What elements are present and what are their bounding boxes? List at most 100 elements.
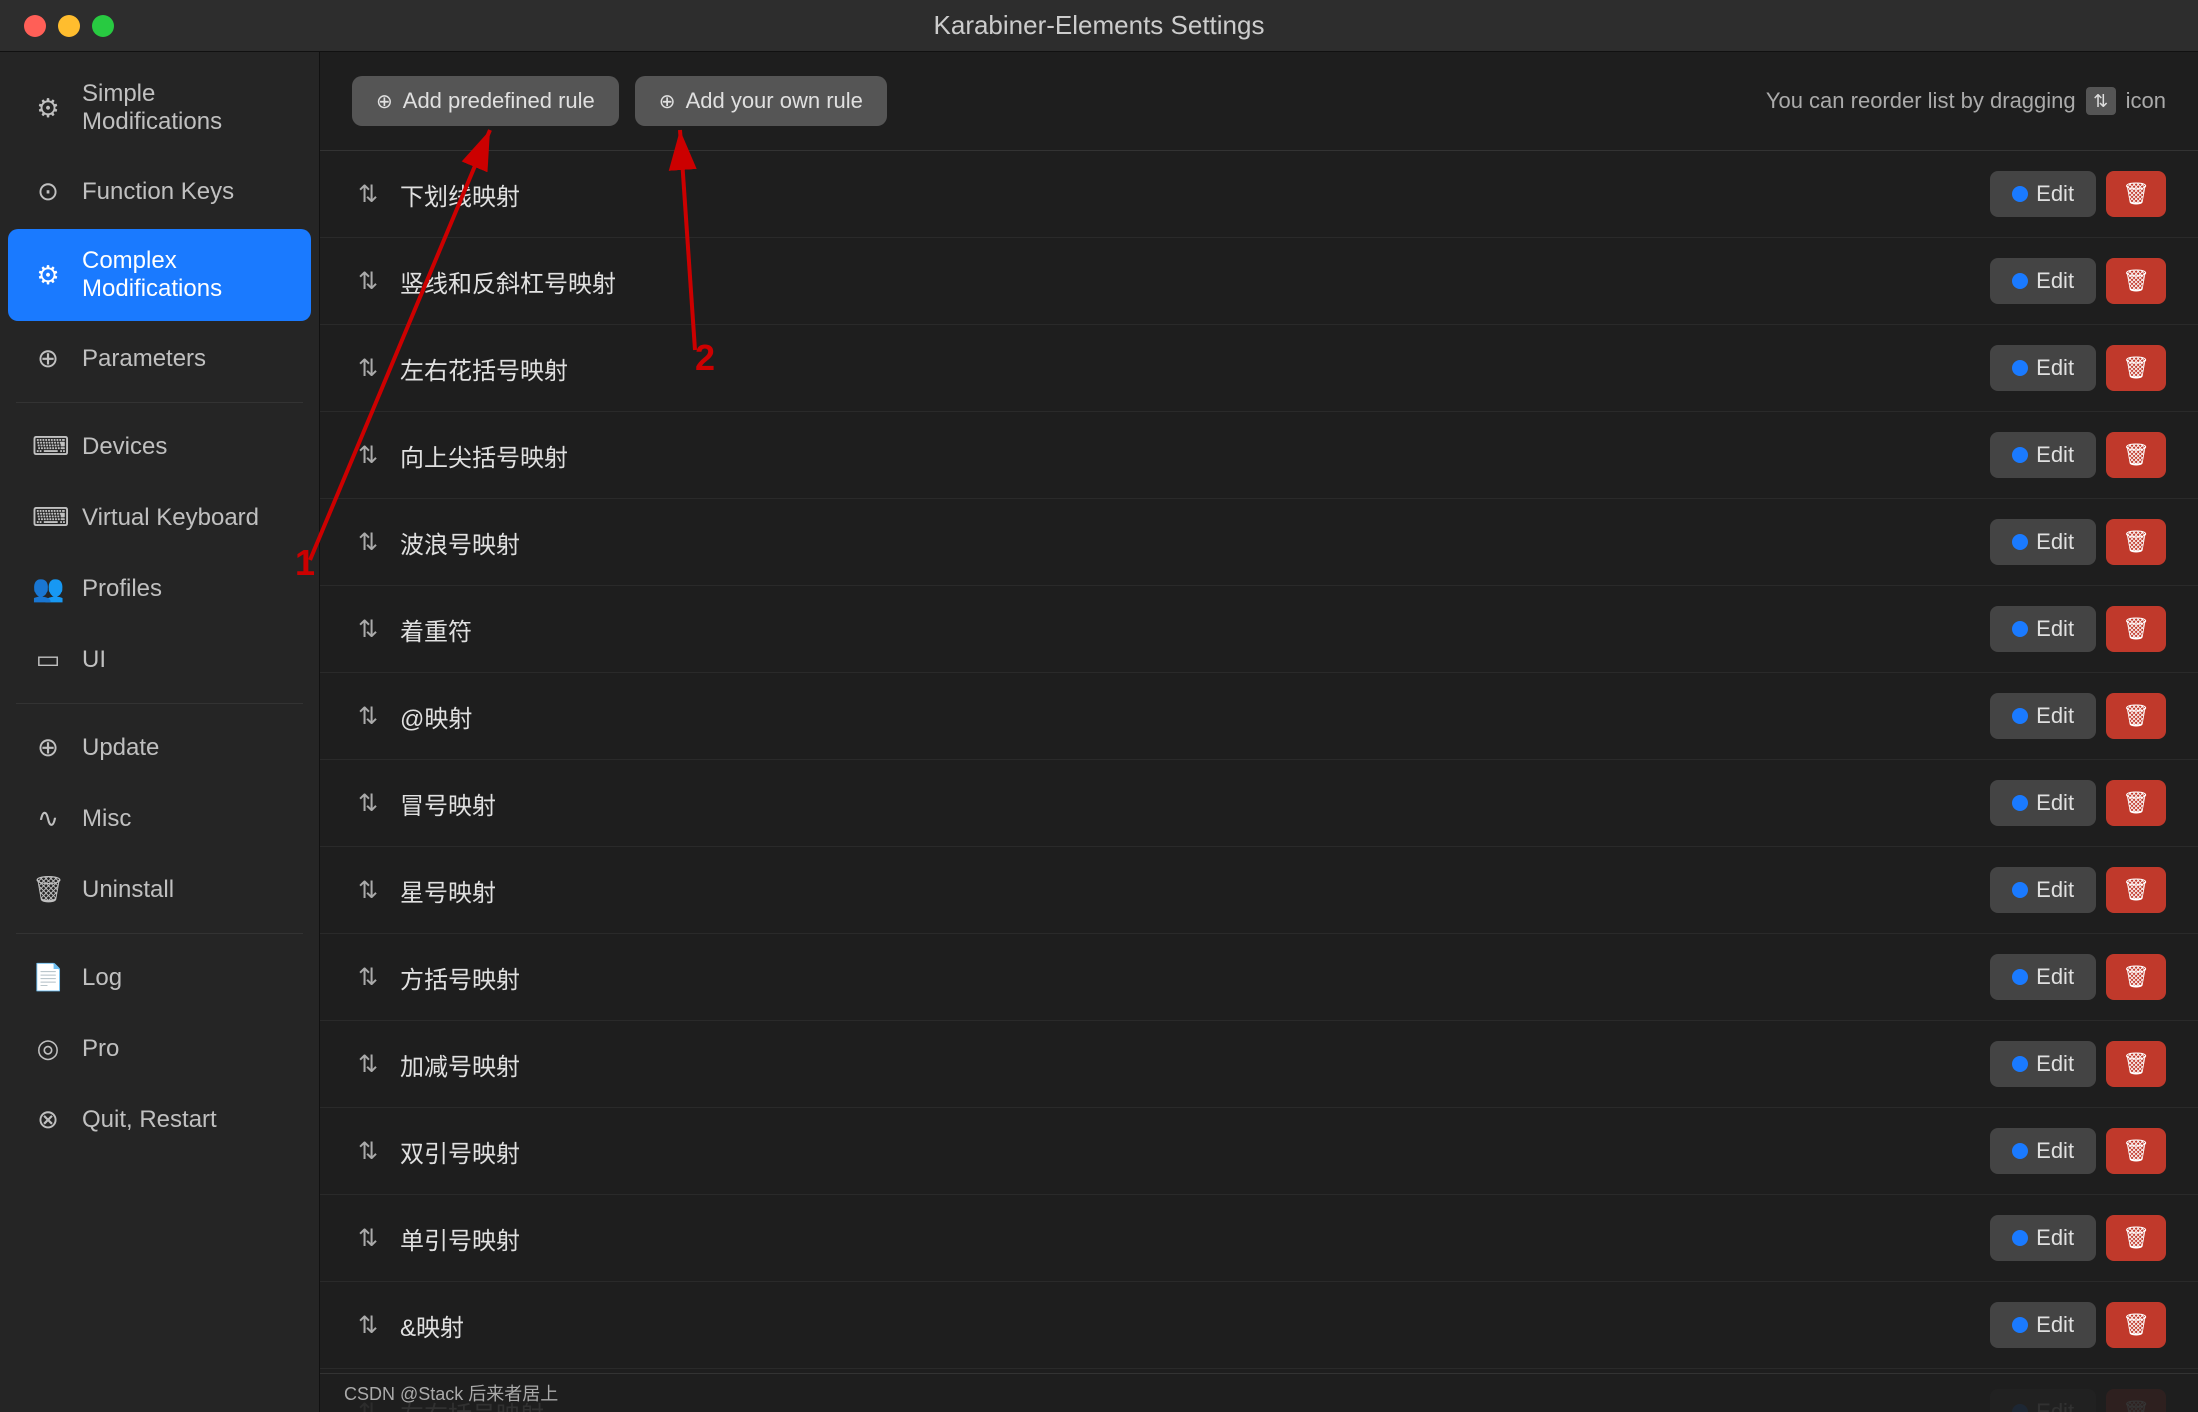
edit-dot-icon [2012, 447, 2028, 463]
rule-name: 下划线映射 [400, 177, 1974, 212]
virtual-keyboard-icon: ⌨ [32, 502, 64, 533]
rule-sort-icon: ⇅ [352, 702, 384, 731]
delete-rule-button[interactable]: 🗑 [2106, 1302, 2166, 1348]
trash-icon: 🗑 [2122, 181, 2150, 207]
table-row: ⇅ 加减号映射 Edit 🗑 [320, 1021, 2198, 1108]
sidebar-item-uninstall[interactable]: 🗑 Uninstall [8, 856, 311, 923]
sidebar-item-update[interactable]: ⊕ Update [8, 714, 311, 781]
devices-icon: ⌨ [32, 431, 64, 462]
profiles-icon: 👥 [32, 573, 64, 604]
table-row: ⇅ @映射 Edit 🗑 [320, 673, 2198, 760]
sidebar-item-log[interactable]: 📄 Log [8, 944, 311, 1011]
edit-rule-button[interactable]: Edit [1990, 780, 2096, 826]
edit-rule-button[interactable]: Edit [1990, 171, 2096, 217]
rule-sort-icon: ⇅ [352, 789, 384, 818]
delete-rule-button[interactable]: 🗑 [2106, 258, 2166, 304]
delete-rule-button[interactable]: 🗑 [2106, 867, 2166, 913]
toolbar: ⊕ Add predefined rule ⊕ Add your own rul… [320, 52, 2198, 151]
delete-rule-button[interactable]: 🗑 [2106, 1041, 2166, 1087]
rule-sort-icon: ⇅ [352, 876, 384, 905]
edit-rule-button[interactable]: Edit [1990, 1215, 2096, 1261]
sidebar-item-parameters[interactable]: ⊕ Parameters [8, 325, 311, 392]
table-row: ⇅ 星号映射 Edit 🗑 [320, 847, 2198, 934]
edit-rule-button[interactable]: Edit [1990, 345, 2096, 391]
rule-actions: Edit 🗑 [1990, 345, 2166, 391]
maximize-button[interactable] [92, 15, 114, 37]
rule-sort-icon: ⇅ [352, 615, 384, 644]
delete-rule-button[interactable]: 🗑 [2106, 693, 2166, 739]
edit-rule-button[interactable]: Edit [1990, 954, 2096, 1000]
trash-icon: 🗑 [2122, 616, 2150, 642]
edit-rule-button[interactable]: Edit [1990, 693, 2096, 739]
edit-rule-button[interactable]: Edit [1990, 519, 2096, 565]
sidebar-item-label: Log [82, 964, 122, 992]
delete-rule-button[interactable]: 🗑 [2106, 432, 2166, 478]
rule-name: 竖线和反斜杠号映射 [400, 264, 1974, 299]
sidebar-item-virtual-keyboard[interactable]: ⌨ Virtual Keyboard [8, 484, 311, 551]
add-predefined-rule-button[interactable]: ⊕ Add predefined rule [352, 76, 619, 126]
sidebar-item-complex-modifications[interactable]: ⚙ Complex Modifications [8, 229, 311, 321]
sidebar-item-pro[interactable]: ◎ Pro [8, 1015, 311, 1082]
rule-name: 加减号映射 [400, 1047, 1974, 1082]
table-row: ⇅ 着重符 Edit 🗑 [320, 586, 2198, 673]
rule-actions: Edit 🗑 [1990, 1302, 2166, 1348]
sidebar-divider-1 [16, 402, 303, 403]
rule-name: 波浪号映射 [400, 525, 1974, 560]
trash-icon: 🗑 [2122, 790, 2150, 816]
edit-rule-button[interactable]: Edit [1990, 867, 2096, 913]
uninstall-icon: 🗑 [32, 874, 64, 905]
delete-rule-button[interactable]: 🗑 [2106, 606, 2166, 652]
gear-icon: ⚙ [32, 93, 64, 124]
rule-name: 方括号映射 [400, 960, 1974, 995]
trash-icon: 🗑 [2122, 1225, 2150, 1251]
edit-dot-icon [2012, 708, 2028, 724]
table-row: ⇅ 向上尖括号映射 Edit 🗑 [320, 412, 2198, 499]
ui-icon: ▭ [32, 644, 64, 675]
sidebar-divider-3 [16, 933, 303, 934]
sidebar-item-function-keys[interactable]: ⊙ Function Keys [8, 158, 311, 225]
sidebar-item-label: Function Keys [82, 178, 234, 206]
quit-icon: ⊗ [32, 1104, 64, 1135]
delete-rule-button[interactable]: 🗑 [2106, 954, 2166, 1000]
sidebar-item-quit-restart[interactable]: ⊗ Quit, Restart [8, 1086, 311, 1153]
sidebar-item-misc[interactable]: ∿ Misc [8, 785, 311, 852]
main-content: ⊕ Add predefined rule ⊕ Add your own rul… [320, 52, 2198, 1412]
table-row: ⇅ 冒号映射 Edit 🗑 [320, 760, 2198, 847]
rule-name: 向上尖括号映射 [400, 438, 1974, 473]
trash-icon: 🗑 [2122, 355, 2150, 381]
edit-rule-button[interactable]: Edit [1990, 258, 2096, 304]
sidebar: ⚙ Simple Modifications ⊙ Function Keys ⚙… [0, 52, 320, 1412]
sidebar-item-simple-modifications[interactable]: ⚙ Simple Modifications [8, 62, 311, 154]
edit-rule-button[interactable]: Edit [1990, 606, 2096, 652]
rule-actions: Edit 🗑 [1990, 432, 2166, 478]
delete-rule-button[interactable]: 🗑 [2106, 1128, 2166, 1174]
sidebar-item-label: Simple Modifications [82, 80, 287, 136]
log-icon: 📄 [32, 962, 64, 993]
sidebar-item-label: UI [82, 646, 106, 674]
add-own-rule-button[interactable]: ⊕ Add your own rule [635, 76, 887, 126]
rule-name: 双引号映射 [400, 1134, 1974, 1169]
function-key-icon: ⊙ [32, 176, 64, 207]
delete-rule-button[interactable]: 🗑 [2106, 519, 2166, 565]
sidebar-item-ui[interactable]: ▭ UI [8, 626, 311, 693]
rule-actions: Edit 🗑 [1990, 1215, 2166, 1261]
trash-icon: 🗑 [2122, 268, 2150, 294]
sidebar-item-profiles[interactable]: 👥 Profiles [8, 555, 311, 622]
edit-rule-button[interactable]: Edit [1990, 432, 2096, 478]
edit-rule-button[interactable]: Edit [1990, 1128, 2096, 1174]
edit-dot-icon [2012, 534, 2028, 550]
edit-rule-button[interactable]: Edit [1990, 1302, 2096, 1348]
table-row: ⇅ 单引号映射 Edit 🗑 [320, 1195, 2198, 1282]
delete-rule-button[interactable]: 🗑 [2106, 780, 2166, 826]
rule-name: 单引号映射 [400, 1221, 1974, 1256]
sidebar-item-devices[interactable]: ⌨ Devices [8, 413, 311, 480]
sidebar-item-label: Quit, Restart [82, 1106, 217, 1134]
delete-rule-button[interactable]: 🗑 [2106, 1215, 2166, 1261]
delete-rule-button[interactable]: 🗑 [2106, 171, 2166, 217]
delete-rule-button[interactable]: 🗑 [2106, 345, 2166, 391]
edit-rule-button[interactable]: Edit [1990, 1041, 2096, 1087]
edit-dot-icon [2012, 1230, 2028, 1246]
close-button[interactable] [24, 15, 46, 37]
trash-icon: 🗑 [2122, 1138, 2150, 1164]
minimize-button[interactable] [58, 15, 80, 37]
